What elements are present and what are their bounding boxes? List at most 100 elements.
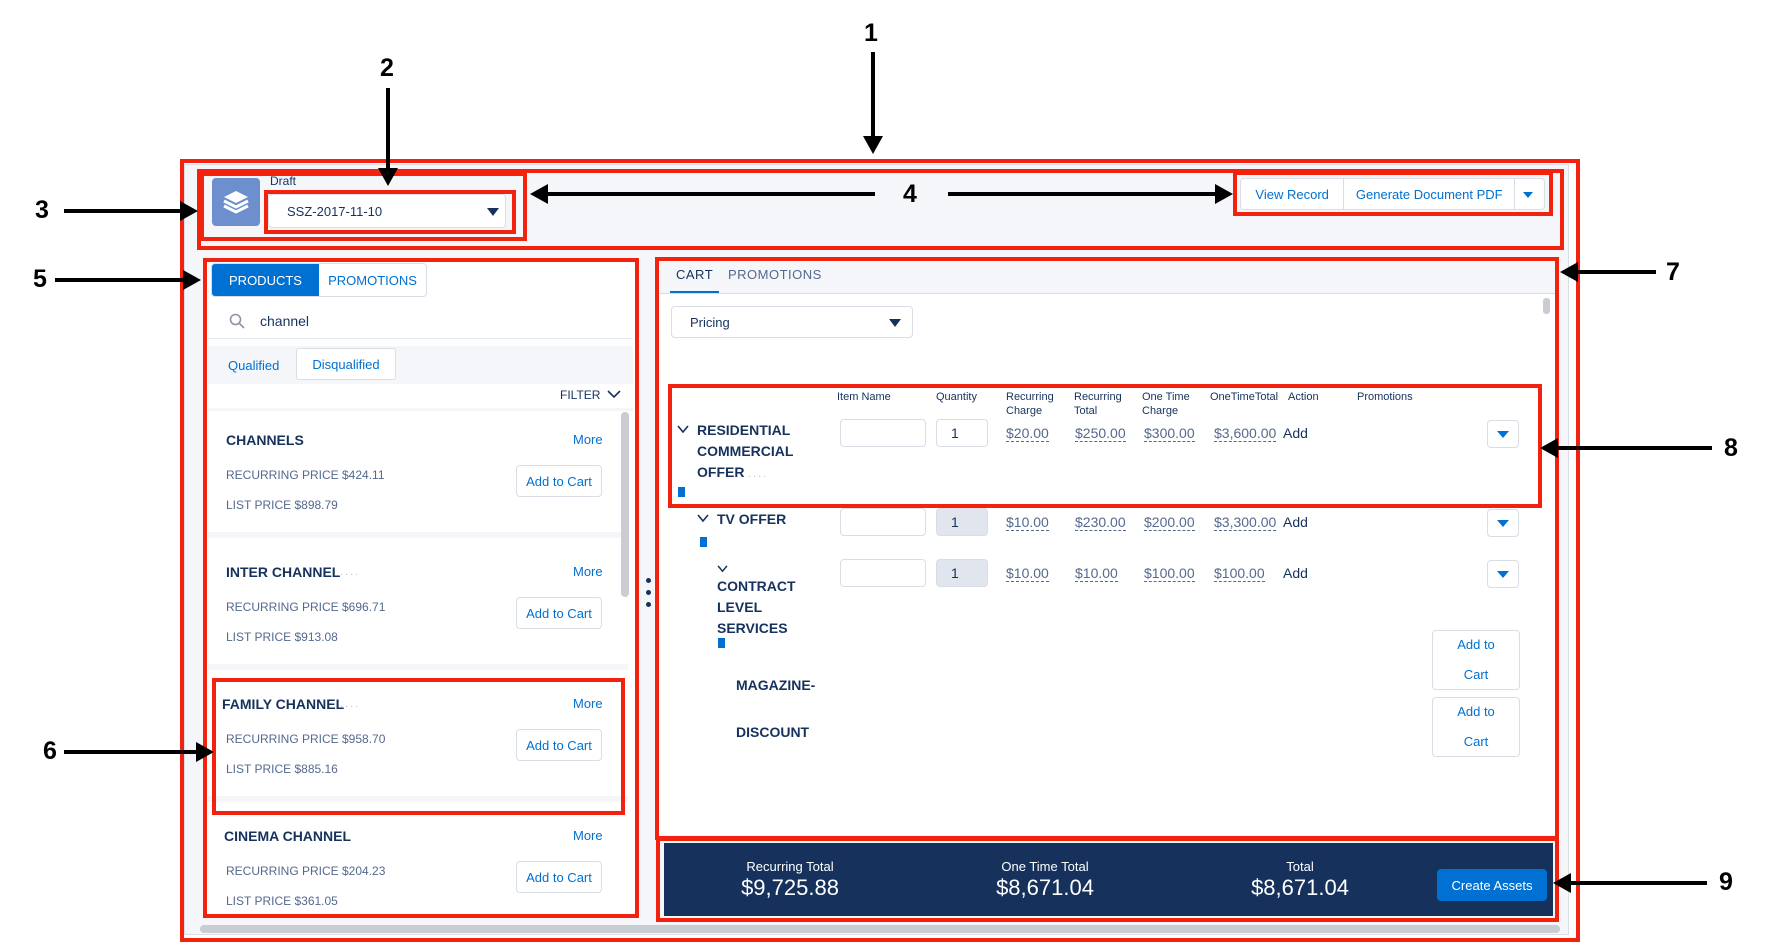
annotated-screenshot: Draft SSZ-2017-11-10 View Record Generat…: [0, 0, 1770, 945]
one-time-total-value: $8,671.04: [996, 875, 1094, 900]
panel-resize-handle[interactable]: [646, 578, 652, 612]
horizontal-scrollbar[interactable]: [200, 925, 1560, 933]
placeholder-dots: ....: [340, 698, 361, 710]
col-one-time-charge: One Time Charge: [1142, 391, 1190, 417]
more-link[interactable]: More: [573, 564, 603, 579]
list-price: LIST PRICE $361.05: [226, 894, 338, 908]
arrow-head: [183, 270, 201, 290]
quote-select-value: SSZ-2017-11-10: [287, 203, 383, 219]
search-input[interactable]: channel: [208, 303, 633, 339]
tab-products[interactable]: PRODUCTS: [212, 264, 319, 296]
recurring-total: $10.00: [1075, 565, 1118, 582]
recurring-total: $230.00: [1075, 514, 1126, 531]
item-name-input[interactable]: [840, 508, 926, 536]
more-link[interactable]: More: [573, 696, 603, 711]
arrow-head: [863, 136, 883, 154]
quantity-input[interactable]: 1: [936, 508, 988, 536]
name-line: LEVEL: [717, 599, 763, 615]
quantity-input[interactable]: 1: [936, 559, 988, 587]
button-line: Add to: [1457, 637, 1495, 652]
one-time-total: $3,300.00: [1214, 514, 1277, 531]
tab-cart[interactable]: CART: [670, 258, 720, 293]
more-link[interactable]: More: [573, 828, 603, 843]
bookmark-icon: [678, 487, 685, 497]
tab-cart-promotions[interactable]: PROMOTIONS: [728, 267, 822, 282]
arrow-line: [64, 750, 198, 754]
quote-select[interactable]: SSZ-2017-11-10: [268, 194, 506, 228]
add-to-cart-button[interactable]: Add to Cart: [516, 729, 602, 761]
promotion-add-to-cart-button[interactable]: Add to Cart: [1432, 697, 1520, 757]
cart-item-name: TV OFFER: [717, 509, 786, 530]
placeholder-dots: ....: [748, 468, 769, 480]
chevron-down-icon[interactable]: [697, 514, 709, 523]
add-to-cart-button[interactable]: Add to Cart: [516, 465, 602, 497]
catalog-scrollbar[interactable]: [621, 412, 629, 597]
callout-number: 1: [864, 19, 878, 47]
more-actions-button[interactable]: [1515, 179, 1544, 209]
chevron-down-icon: [889, 319, 901, 327]
arrow-head: [378, 168, 398, 186]
one-time-charge: $100.00: [1144, 565, 1195, 582]
one-time-total: $100.00: [1214, 565, 1265, 582]
chevron-down-icon: [1497, 431, 1509, 438]
add-action-link[interactable]: Add: [1283, 565, 1308, 581]
arrow-line: [1569, 881, 1707, 885]
callout-number: 9: [1719, 868, 1733, 896]
recurring-total-value: $9,725.88: [741, 875, 839, 900]
one-time-charge: $200.00: [1144, 514, 1195, 531]
arrow-line: [64, 209, 182, 213]
callout-number: 7: [1666, 258, 1680, 286]
tab-promotions[interactable]: PROMOTIONS: [319, 264, 426, 296]
col-recurring-total: Recurring Total: [1074, 391, 1122, 417]
status-label: Draft: [270, 174, 297, 188]
chevron-down-icon: [607, 390, 621, 399]
product-name: CHANNELS: [226, 432, 304, 448]
callout-number: 3: [35, 196, 49, 224]
row-menu-button[interactable]: [1487, 509, 1519, 537]
button-line: Cart: [1463, 734, 1489, 749]
tab-qualified[interactable]: Qualified: [228, 358, 279, 373]
tab-disqualified[interactable]: Disqualified: [296, 348, 396, 380]
chevron-down-icon: [1497, 520, 1509, 527]
recurring-total-label: Recurring Total: [746, 859, 834, 874]
search-icon: [229, 313, 245, 329]
create-assets-button[interactable]: Create Assets: [1437, 869, 1547, 901]
one-time-charge: $300.00: [1144, 425, 1195, 442]
promotion-add-to-cart-button[interactable]: Add to Cart: [1432, 630, 1520, 690]
more-link[interactable]: More: [573, 432, 603, 447]
view-record-button[interactable]: View Record: [1241, 179, 1345, 209]
qualification-filter: Qualified Disqualified: [208, 346, 633, 384]
name-line: CONTRACT: [717, 578, 796, 594]
list-price: LIST PRICE $898.79: [226, 498, 338, 512]
generate-pdf-button[interactable]: Generate Document PDF: [1344, 179, 1516, 209]
list-price: LIST PRICE $913.08: [226, 630, 338, 644]
pricing-view-value: Pricing: [690, 314, 730, 330]
col-one-time-total: OneTimeTotal: [1210, 391, 1279, 403]
name-line: RESIDENTIAL: [697, 422, 791, 438]
arrow-line: [546, 192, 875, 196]
recurring-price: RECURRING PRICE $696.71: [226, 600, 386, 614]
quantity-input[interactable]: 1: [936, 419, 988, 447]
layers-icon: [212, 178, 260, 226]
filter-button[interactable]: FILTER: [560, 388, 621, 402]
row-menu-button[interactable]: [1487, 420, 1519, 448]
chevron-down-icon[interactable]: [717, 565, 728, 573]
item-name-input[interactable]: [840, 419, 926, 447]
pricing-view-select[interactable]: Pricing: [671, 306, 913, 338]
chevron-down-icon: [487, 208, 499, 216]
product-name: CINEMA CHANNEL: [224, 828, 352, 844]
name-line: TV OFFER: [717, 511, 787, 527]
add-action-link[interactable]: Add: [1283, 425, 1308, 441]
chevron-down-icon[interactable]: [677, 425, 689, 434]
one-time-total-label: One Time Total: [1001, 859, 1089, 874]
add-to-cart-button[interactable]: Add to Cart: [516, 597, 602, 629]
cart-scrollbar[interactable]: [1543, 298, 1550, 314]
add-to-cart-button[interactable]: Add to Cart: [516, 861, 602, 893]
promotion-name: MAGAZINE-: [736, 677, 816, 693]
arrow-line: [1556, 446, 1712, 450]
row-menu-button[interactable]: [1487, 560, 1519, 588]
callout-number: 4: [903, 180, 917, 208]
item-name-input[interactable]: [840, 559, 926, 587]
col-recurring-charge: Recurring Charge: [1006, 391, 1054, 417]
add-action-link[interactable]: Add: [1283, 514, 1308, 530]
